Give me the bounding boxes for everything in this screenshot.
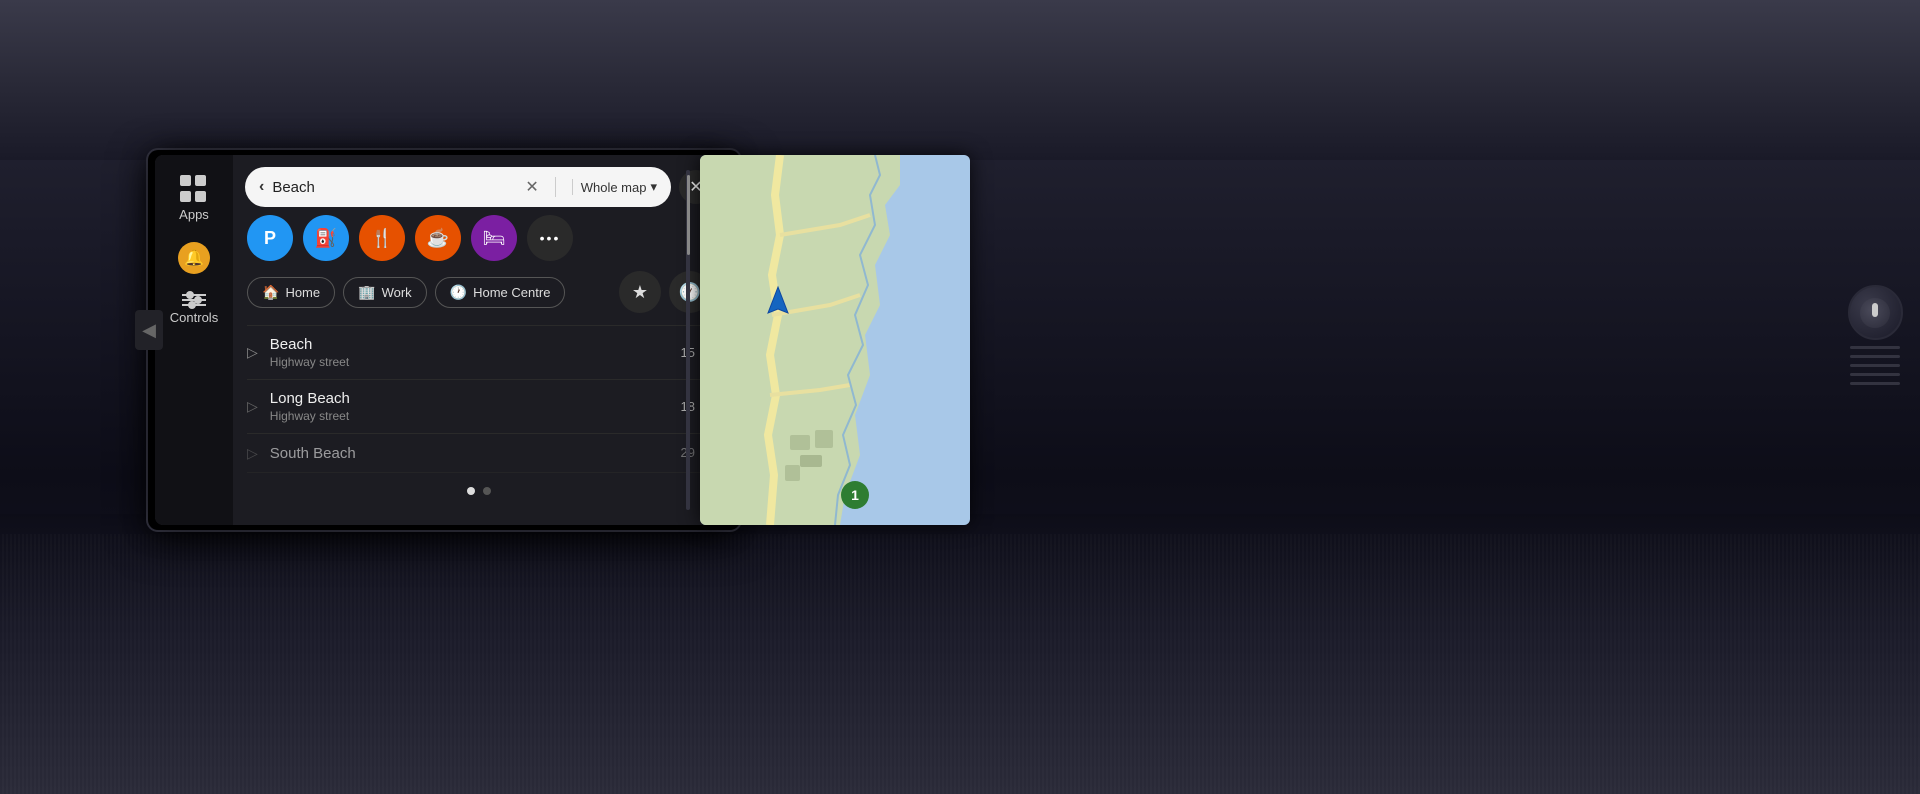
sidebar-item-controls[interactable]: Controls	[170, 294, 218, 325]
parking-category-button[interactable]: P	[247, 215, 293, 261]
scrollbar-thumb[interactable]	[687, 175, 690, 255]
gas-category-button[interactable]: ⛽	[303, 215, 349, 261]
result-info-south-beach: South Beach	[270, 445, 669, 462]
sidebar-item-apps[interactable]: Apps	[179, 175, 209, 222]
result-info-beach: Beach Highway street	[270, 336, 669, 369]
gas-icon: ⛽	[315, 228, 337, 249]
restaurant-icon: 🍴	[371, 228, 393, 249]
svg-text:1: 1	[851, 487, 859, 503]
controls-label: Controls	[170, 310, 218, 325]
vent-knob[interactable]	[1848, 285, 1903, 340]
arrow-left-icon: ◀	[142, 320, 156, 341]
back-button[interactable]: ‹	[259, 178, 264, 196]
vent-slot-2	[1850, 355, 1900, 358]
hotel-category-button[interactable]: 🛏	[471, 215, 517, 261]
work-label: Work	[382, 285, 412, 300]
bell-icon	[178, 242, 210, 274]
vent-indicator	[1872, 303, 1878, 317]
sidebar-item-notifications[interactable]	[178, 242, 210, 274]
apps-label: Apps	[179, 207, 209, 222]
search-result-south-beach[interactable]: ▷ South Beach 29 mi	[247, 434, 711, 473]
whole-map-button[interactable]: Whole map ▾	[572, 179, 657, 195]
star-icon: ★	[632, 282, 648, 303]
more-icon: •••	[540, 230, 561, 246]
main-screen: Apps Controls ‹	[155, 155, 725, 525]
categories-row: P ⛽ 🍴 ☕ 🛏 •••	[233, 215, 725, 261]
vent-slot-4	[1850, 373, 1900, 376]
result-name-south-beach: South Beach	[270, 445, 669, 462]
left-nav-arrow[interactable]: ◀	[135, 310, 163, 350]
home-label: Home	[285, 285, 320, 300]
pagination-dot-2[interactable]	[483, 487, 491, 495]
vent-slot-5	[1850, 382, 1900, 385]
more-categories-button[interactable]: •••	[527, 215, 573, 261]
dashboard-texture	[0, 534, 1920, 794]
parking-icon: P	[264, 228, 276, 249]
search-results-list: ▷ Beach Highway street 15 mi ▷ Long Beac…	[233, 326, 725, 473]
dashboard-top-surface	[0, 0, 1920, 160]
home-centre-label: Home Centre	[473, 285, 550, 300]
search-result-beach[interactable]: ▷ Beach Highway street 15 mi	[247, 326, 711, 380]
clock-icon: 🕐	[450, 284, 467, 301]
sliders-icon	[182, 294, 206, 306]
location-icon-3: ▷	[247, 445, 258, 462]
result-name-beach: Beach	[270, 336, 669, 353]
favorites-button[interactable]: ★	[619, 271, 661, 313]
map-view: 1	[700, 155, 970, 525]
result-street-beach: Highway street	[270, 355, 669, 369]
quick-destinations-row: 🏠 Home 🏢 Work 🕐 Home Centre ★ 🕐	[233, 271, 725, 313]
search-bar[interactable]: ‹ Beach ✕ Whole map ▾	[245, 167, 671, 207]
clear-button[interactable]: ✕	[525, 177, 538, 197]
home-icon: 🏠	[262, 284, 279, 301]
work-icon: 🏢	[358, 284, 375, 301]
location-icon: ▷	[247, 344, 258, 361]
map-container[interactable]: 1	[700, 155, 970, 525]
coffee-category-button[interactable]: ☕	[415, 215, 461, 261]
search-result-long-beach[interactable]: ▷ Long Beach Highway street 18 mi	[247, 380, 711, 434]
coffee-icon: ☕	[427, 228, 449, 249]
location-icon-2: ▷	[247, 398, 258, 415]
chevron-down-icon: ▾	[650, 179, 657, 195]
whole-map-label: Whole map	[581, 180, 647, 195]
right-vent-area	[1835, 145, 1915, 525]
search-input[interactable]: Beach	[272, 179, 517, 196]
hotel-icon: 🛏	[483, 228, 506, 249]
pagination-dots	[233, 473, 725, 509]
vent-slot-1	[1850, 346, 1900, 349]
vent-slot-3	[1850, 364, 1900, 367]
food-category-button[interactable]: 🍴	[359, 215, 405, 261]
result-info-long-beach: Long Beach Highway street	[270, 390, 669, 423]
work-destination-button[interactable]: 🏢 Work	[343, 277, 427, 308]
home-destination-button[interactable]: 🏠 Home	[247, 277, 335, 308]
grid-icon	[180, 175, 208, 203]
pagination-dot-1[interactable]	[467, 487, 475, 495]
vent-knob-inner	[1860, 298, 1890, 328]
main-content-area: ‹ Beach ✕ Whole map ▾ ✕ P ⛽ 🍴	[233, 155, 725, 525]
result-name-long-beach: Long Beach	[270, 390, 669, 407]
result-street-long-beach: Highway street	[270, 409, 669, 423]
home-centre-destination-button[interactable]: 🕐 Home Centre	[435, 277, 566, 308]
sidebar: Apps Controls	[155, 155, 233, 525]
